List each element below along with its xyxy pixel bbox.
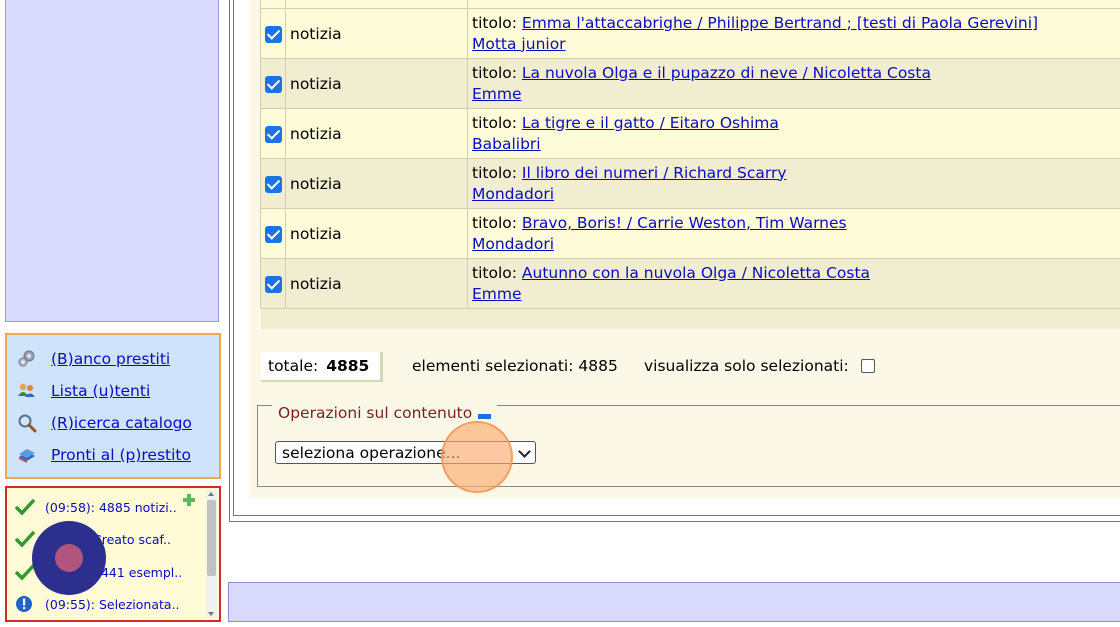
publisher-link[interactable]: Mondadori (472, 185, 554, 203)
row-select-cell[interactable] (260, 258, 286, 309)
total-label: totale: (268, 357, 319, 375)
check-icon (15, 530, 35, 548)
row-checkbox[interactable] (264, 225, 282, 243)
publisher-link[interactable]: Babalibri (472, 135, 541, 153)
click-indicator (441, 421, 513, 493)
selected-count: elementi selezionati: 4885 (412, 357, 618, 375)
show-selected-checkbox[interactable] (860, 359, 875, 373)
row-checkbox[interactable] (264, 25, 282, 43)
title-prefix: titolo: (472, 263, 517, 282)
show-selected-label: visualizza solo selezionati: (644, 357, 849, 375)
footer-bar (228, 582, 1120, 622)
nav-item-lista-utenti[interactable]: Lista (u)tenti (7, 375, 219, 407)
scroll-thumb[interactable] (207, 500, 216, 576)
log-item[interactable]: (09:58): 4885 notizi.. (15, 498, 177, 516)
table-row[interactable]: notizia titolo: Il libro dei numeri / Ri… (260, 158, 1120, 209)
quick-nav-box: (B)anco prestiti Lista (u)tenti (R)icerc… (5, 333, 221, 479)
row-type: notizia (285, 108, 468, 159)
publisher-link[interactable]: Emme (472, 285, 522, 303)
publisher-link[interactable]: Emme (472, 85, 522, 103)
log-text: (09:55): Selezionata.. (45, 596, 180, 612)
nav-label[interactable]: (B)anco prestiti (51, 350, 170, 368)
row-select-cell[interactable] (260, 108, 286, 159)
books-icon (17, 445, 37, 465)
row-type: notizia (285, 158, 468, 209)
title-link[interactable]: Emma l'attaccabrighe / Philippe Bertrand… (522, 14, 1038, 32)
nav-label[interactable]: Lista (u)tenti (51, 382, 150, 400)
title-link[interactable]: Il libro dei numeri / Richard Scarry (522, 164, 787, 182)
row-checkbox[interactable] (264, 125, 282, 143)
publisher-link[interactable]: Motta junior (472, 35, 566, 53)
row-info: titolo: Il libro dei numeri / Richard Sc… (467, 158, 1120, 209)
row-info: titolo: Bravo, Boris! / Carrie Weston, T… (467, 208, 1120, 259)
magnifier-icon (17, 413, 37, 433)
check-icon (15, 498, 35, 516)
table-footer-row (260, 308, 1120, 329)
row-checkbox[interactable] (264, 175, 282, 193)
operation-select-value: seleziona operazione... (282, 443, 461, 462)
publisher-link[interactable]: Mondadori (472, 235, 554, 253)
table-row[interactable]: notizia titolo: Emma l'attaccabrighe / P… (260, 8, 1120, 59)
scroll-down-icon[interactable] (208, 612, 214, 616)
plus-icon[interactable] (183, 494, 195, 506)
table-row-partial (260, 0, 1120, 9)
chevron-down-icon (518, 445, 531, 458)
row-select-cell[interactable] (260, 158, 286, 209)
title-link[interactable]: La tigre e il gatto / Eitaro Oshima (522, 114, 779, 132)
row-checkbox[interactable] (264, 275, 282, 293)
title-prefix: titolo: (472, 113, 517, 132)
log-item[interactable]: (09:55): Selezionata.. (15, 595, 180, 613)
title-prefix: titolo: (472, 163, 517, 182)
show-selected-control: visualizza solo selezionati: (644, 357, 875, 375)
title-prefix: titolo: (472, 213, 517, 232)
table-row[interactable]: notizia titolo: La tigre e il gatto / Ei… (260, 108, 1120, 159)
cursor-dot (55, 544, 83, 572)
row-select-cell[interactable] (260, 58, 286, 109)
row-info: titolo: La tigre e il gatto / Eitaro Osh… (467, 108, 1120, 159)
gears-icon (17, 349, 37, 369)
row-type: notizia (285, 208, 468, 259)
row-info: titolo: La nuvola Olga e il pupazzo di n… (467, 58, 1120, 109)
row-type: notizia (285, 258, 468, 309)
scroll-up-icon[interactable] (208, 492, 214, 496)
users-icon (17, 381, 37, 401)
log-text: 5441 esempl.. (93, 564, 183, 580)
title-link[interactable]: Bravo, Boris! / Carrie Weston, Tim Warne… (522, 214, 847, 232)
log-text: (09:58): 4885 notizi.. (45, 499, 177, 515)
row-info: titolo: Autunno con la nuvola Olga / Nic… (467, 258, 1120, 309)
nav-label[interactable]: Pronti al (p)restito (51, 446, 191, 464)
nav-item-ricerca-catalogo[interactable]: (R)icerca catalogo (7, 407, 219, 439)
title-prefix: titolo: (472, 13, 517, 32)
row-type: notizia (285, 8, 468, 59)
title-link[interactable]: La nuvola Olga e il pupazzo di neve / Ni… (522, 64, 931, 82)
row-info: titolo: Emma l'attaccabrighe / Philippe … (467, 8, 1120, 59)
title-prefix: titolo: (472, 63, 517, 82)
info-icon (16, 596, 32, 612)
results-table: notizia titolo: Emma l'attaccabrighe / P… (260, 0, 1120, 329)
nav-label[interactable]: (R)icerca catalogo (51, 414, 192, 432)
row-select-cell[interactable] (260, 208, 286, 259)
nav-item-banco-prestiti[interactable]: (B)anco prestiti (7, 343, 219, 375)
log-scrollbar[interactable] (206, 490, 217, 618)
total-count-box: totale: 4885 (261, 352, 383, 382)
title-link[interactable]: Autunno con la nuvola Olga / Nicoletta C… (522, 264, 870, 282)
operations-title: Operazioni sul contenuto (278, 404, 473, 422)
operations-legend: Operazioni sul contenuto (272, 404, 498, 422)
total-value: 4885 (326, 357, 370, 375)
table-row[interactable]: notizia titolo: Bravo, Boris! / Carrie W… (260, 208, 1120, 259)
table-row[interactable]: notizia titolo: Autunno con la nuvola Ol… (260, 258, 1120, 309)
log-text: Creato scaf.. (93, 531, 171, 547)
collapse-icon[interactable] (478, 413, 492, 419)
row-select-cell[interactable] (260, 8, 286, 59)
nav-item-pronti-al-prestito[interactable]: Pronti al (p)restito (7, 439, 219, 471)
left-sidebar-panel (5, 0, 219, 322)
cursor-indicator (32, 521, 106, 595)
table-row[interactable]: notizia titolo: La nuvola Olga e il pupa… (260, 58, 1120, 109)
row-type: notizia (285, 58, 468, 109)
row-checkbox[interactable] (264, 75, 282, 93)
